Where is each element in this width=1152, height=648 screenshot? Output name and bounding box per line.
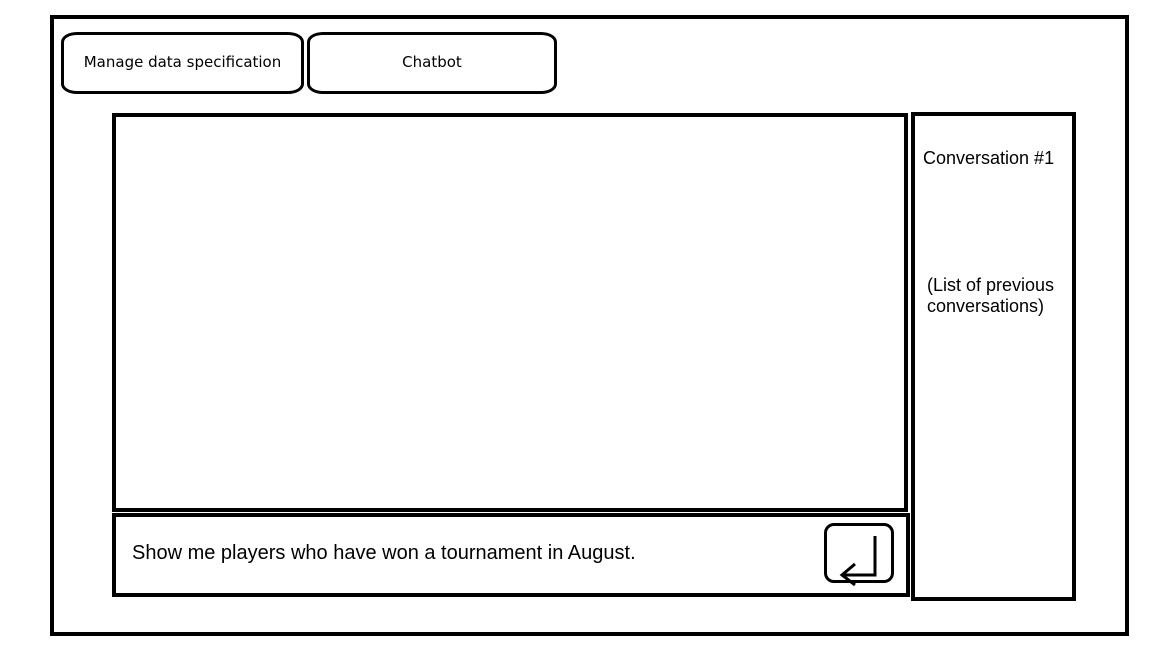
tab-manage-data-specification[interactable]: Manage data specification	[61, 32, 304, 94]
enter-return-icon	[839, 536, 877, 586]
previous-conversations-list: (List of previous conversations)	[927, 275, 1055, 316]
conversation-sidebar: Conversation #1 (List of previous conver…	[911, 112, 1076, 601]
chat-input-bar: Show me players who have won a tournamen…	[112, 513, 910, 597]
tab-chatbot[interactable]: Chatbot	[307, 32, 557, 94]
chat-input-field[interactable]: Show me players who have won a tournamen…	[132, 542, 636, 565]
conversation-item[interactable]: Conversation #1	[923, 148, 1054, 169]
chat-messages-area	[112, 113, 908, 512]
tab-chatbot-label: Chatbot	[402, 53, 462, 71]
send-button[interactable]	[824, 523, 894, 586]
tab-manage-label: Manage data specification	[83, 53, 282, 71]
